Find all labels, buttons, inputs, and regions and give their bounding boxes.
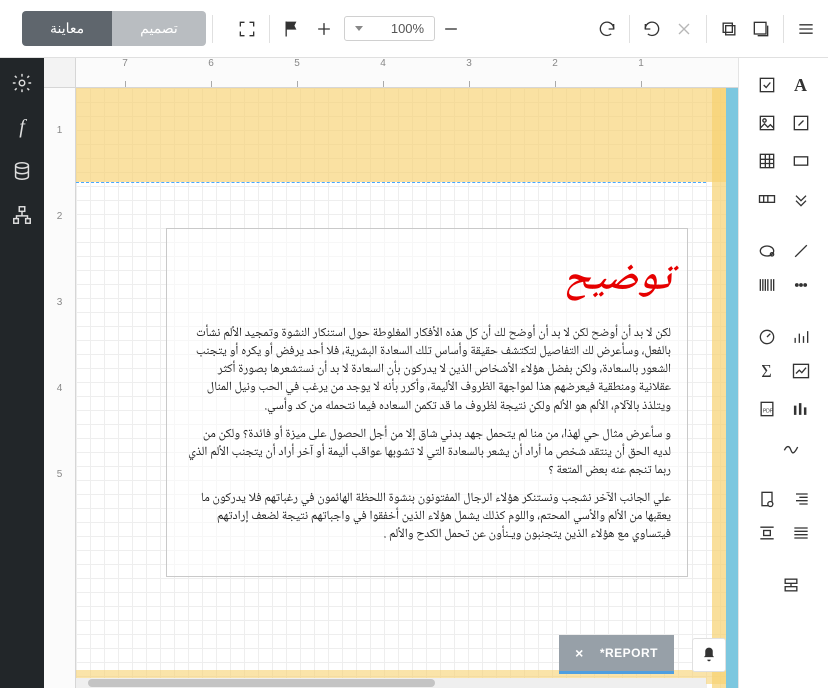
section-tool-icon[interactable] [781,575,801,595]
report-paragraph-3: علي الجانب الآخر نشجب ونستنكر هؤلاء الرج… [183,490,671,544]
bell-icon [699,643,719,667]
text-frame[interactable]: توضيح لكن لا بد أن أوضح لكن لا بد أن أوض… [166,228,688,577]
stacked-tool-icon[interactable] [791,399,811,419]
image-tool-icon[interactable] [757,113,777,133]
ruler-corner [44,58,76,88]
flag-icon[interactable] [276,13,308,45]
fullscreen-icon[interactable] [231,13,263,45]
bars-tool-icon[interactable] [791,327,811,347]
redo-icon[interactable] [591,13,623,45]
scrollbar-thumb[interactable] [88,679,435,687]
status-bar: × *REPORT [559,635,726,674]
horizontal-ruler: 7654321 [76,58,738,88]
band-right-gutter [712,88,726,688]
horizontal-scrollbar[interactable] [76,678,706,688]
copy-icon[interactable] [713,13,745,45]
ruler-tick: 3 [44,260,75,346]
linechart-tool-icon[interactable] [791,361,811,381]
ruler-tick: 6 [168,58,254,87]
vertical-ruler: 12345 [44,88,76,688]
report-tab-label: *REPORT [600,646,658,660]
ruler-tick: 5 [44,432,75,518]
ruler-tick: 2 [44,174,75,260]
undo-icon[interactable] [636,13,668,45]
chevron-down-icon [355,26,363,31]
left-sidebar: f [0,58,44,688]
ruler-tick: 4 [340,58,426,87]
palette-sidebar: A Σ PDF [738,58,828,688]
zoom-out-icon[interactable] [435,13,467,45]
band-right-ruler [726,88,738,688]
ruler-tick: 5 [254,58,340,87]
chevrons-icon[interactable] [791,189,811,209]
page-tool-icon[interactable] [757,489,777,509]
tab-preview[interactable]: معاينة [22,11,112,46]
edit-tool-icon[interactable] [791,113,811,133]
svg-text:PDF: PDF [762,408,772,414]
ruler-tick: 4 [44,346,75,432]
menu-icon[interactable] [790,13,822,45]
ruler-tick: 7 [82,58,168,87]
align-right-icon[interactable] [791,489,811,509]
close-icon[interactable] [668,13,700,45]
settings-icon[interactable] [11,72,33,94]
grid-tool-icon[interactable] [757,151,777,171]
report-paragraph-1: لكن لا بد أن أوضح لكن لا بد أن أوضح لك أ… [183,325,671,416]
rectangle-tool-icon[interactable] [791,151,811,171]
ruler-tick: 2 [512,58,598,87]
tab-design[interactable]: تصميم [112,11,206,46]
function-icon[interactable]: f [11,116,33,138]
mode-tabs: معاينة تصميم [22,11,206,46]
duplicate-icon[interactable] [745,13,777,45]
signature-tool-icon[interactable] [781,437,801,457]
sigma-tool-icon[interactable]: Σ [757,361,777,381]
band-top-margin [76,88,738,182]
ellipse-tool-icon[interactable] [757,241,777,261]
ruler-tick: 1 [44,88,75,174]
database-icon[interactable] [11,160,33,182]
structure-icon[interactable] [11,204,33,226]
report-title: توضيح [183,247,671,315]
page-surface[interactable]: topMarginBand توضيح لكن لا بد أن أوضح لك… [76,88,738,688]
notifications-button[interactable] [692,638,726,672]
ruler-tick: 3 [426,58,512,87]
dots-tool-icon[interactable] [791,275,811,295]
gauge-tool-icon[interactable] [757,327,777,347]
add-icon[interactable] [308,13,340,45]
barcode-tool-icon[interactable] [757,275,777,295]
report-paragraph-2: و سأعرض مثال حي لهذا، من منا لم يتحمل جه… [183,426,671,480]
ruler-tick: 1 [598,58,684,87]
dist-vertical-icon[interactable] [757,523,777,543]
text-tool-icon[interactable]: A [791,75,811,95]
checkbox-tool-icon[interactable] [757,75,777,95]
top-toolbar: معاينة تصميم 100% [0,0,828,58]
textfield-tool-icon[interactable] [757,189,777,209]
line-tool-icon[interactable] [791,241,811,261]
design-canvas: 7654321 12345 topMarginBand توضيح لكن لا… [44,58,738,688]
zoom-select[interactable]: 100% [344,16,435,41]
pdf-tool-icon[interactable]: PDF [757,399,777,419]
zoom-value: 100% [391,21,424,36]
guide-line[interactable] [76,182,706,183]
close-tab-icon[interactable]: × [575,645,584,661]
report-tab[interactable]: × *REPORT [559,635,674,674]
align-justify-icon[interactable] [791,523,811,543]
